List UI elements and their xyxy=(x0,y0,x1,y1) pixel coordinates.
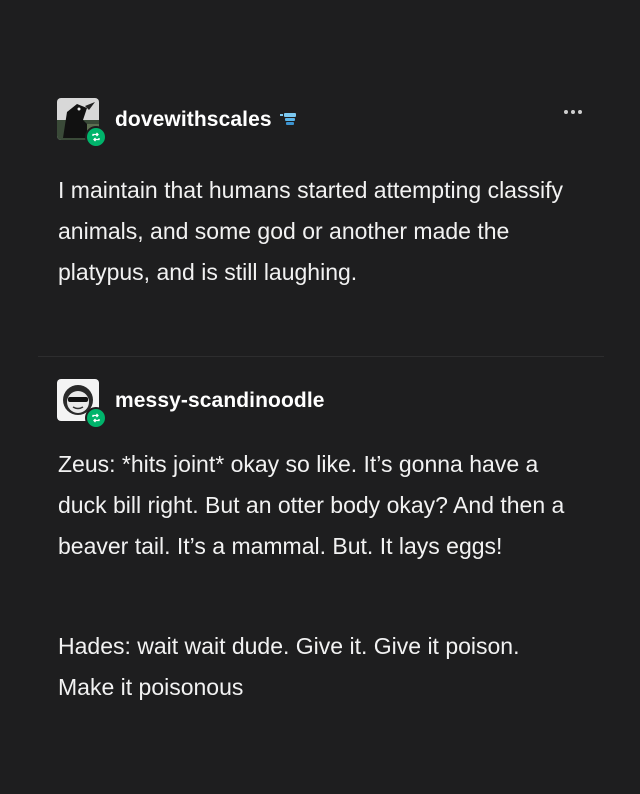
reblog-paragraph-hades: Hades: wait wait dude. Give it. Give it … xyxy=(58,633,520,700)
reblog-paragraph-zeus: Zeus: *hits joint* okay so like. It’s go… xyxy=(58,451,565,559)
more-horizontal-icon[interactable] xyxy=(564,110,582,114)
post-header-original: dovewithscales xyxy=(57,97,300,148)
post-header-reblog: messy-scandinoodle xyxy=(57,378,325,429)
avatar-reblog[interactable] xyxy=(57,379,107,429)
reblog-icon xyxy=(85,126,107,148)
username-reblog[interactable]: messy-scandinoodle xyxy=(115,389,325,413)
username-original[interactable]: dovewithscales xyxy=(115,108,272,132)
reblog-divider xyxy=(38,356,604,357)
blue-badge-icon xyxy=(279,111,300,129)
reblog-icon xyxy=(85,407,107,429)
avatar-original[interactable] xyxy=(57,98,107,148)
post-text-original: I maintain that humans started attemptin… xyxy=(58,177,563,285)
tumblr-post: dovewithscales I maintain that humans st… xyxy=(0,0,640,794)
